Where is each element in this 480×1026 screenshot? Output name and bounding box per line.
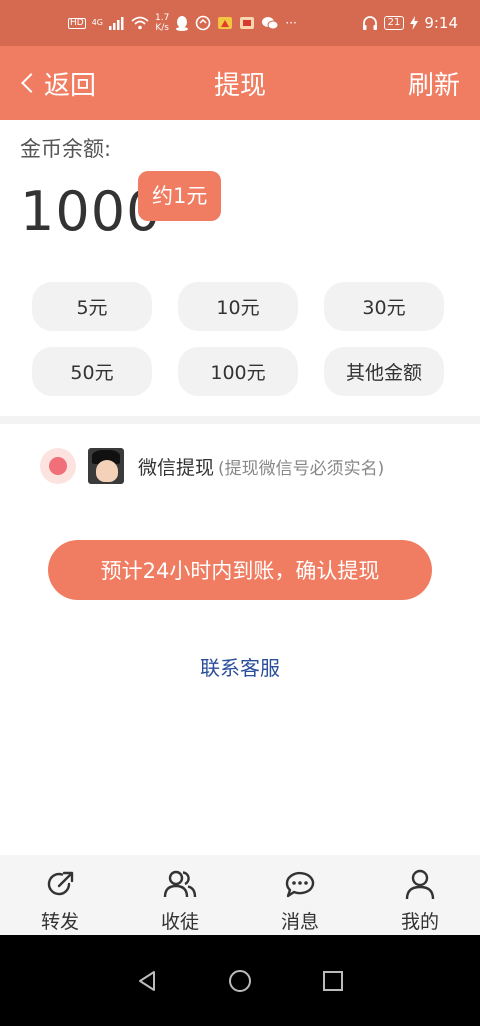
square-recents-icon <box>323 970 344 991</box>
refresh-button[interactable]: 刷新 <box>408 65 460 102</box>
amount-option-10[interactable]: 10元 <box>178 282 298 331</box>
payment-method-label: 微信提现 <box>138 456 215 479</box>
chevron-left-icon <box>21 73 41 93</box>
triangle-back-icon <box>138 970 155 991</box>
amount-option-other[interactable]: 其他金额 <box>324 347 444 396</box>
tab-messages[interactable]: 消息 <box>240 855 360 935</box>
amount-option-100[interactable]: 100元 <box>178 347 298 396</box>
app-notification-icon <box>218 17 233 29</box>
tab-apprentice-label: 收徒 <box>160 911 199 933</box>
confirm-withdraw-button[interactable]: 预计24小时内到账，确认提现 <box>48 540 432 600</box>
payment-method-row[interactable]: 微信提现 (提现微信号必须实名) <box>40 448 384 484</box>
users-icon <box>163 870 197 898</box>
balance-label: 金币余额: <box>20 137 112 161</box>
payment-method-radio[interactable] <box>40 448 76 484</box>
qq-icon <box>176 16 189 31</box>
circle-home-icon <box>228 969 251 992</box>
tab-profile[interactable]: 我的 <box>360 855 480 935</box>
headphones-icon <box>362 16 377 30</box>
browser-icon <box>196 15 211 31</box>
nav-recents-button[interactable] <box>313 961 353 1001</box>
payment-method-note: (提现微信号必须实名) <box>218 458 385 479</box>
charging-icon <box>410 16 419 30</box>
clock: 9:14 <box>424 14 458 32</box>
back-label: 返回 <box>44 70 97 101</box>
news-notification-icon <box>240 17 255 29</box>
wechat-avatar <box>88 448 124 484</box>
signal-icon <box>109 17 124 30</box>
nav-back-button[interactable] <box>127 961 167 1001</box>
amount-option-5[interactable]: 5元 <box>32 282 152 331</box>
section-divider <box>0 416 480 424</box>
tab-profile-label: 我的 <box>400 911 439 933</box>
amount-option-30[interactable]: 30元 <box>324 282 444 331</box>
user-icon <box>405 869 435 900</box>
approx-value-badge: 约1元 <box>138 171 222 221</box>
app-bar: 返回 提现 刷新 <box>0 46 480 120</box>
radio-selected-dot <box>49 457 67 475</box>
battery-level: 21 <box>383 16 405 30</box>
amount-option-50[interactable]: 50元 <box>32 347 152 396</box>
wechat-icon <box>262 17 279 30</box>
bottom-tab-bar: 转发 收徒 消息 我的 <box>0 855 480 935</box>
tab-apprentice[interactable]: 收徒 <box>120 855 240 935</box>
share-icon <box>47 871 74 896</box>
tab-share[interactable]: 转发 <box>0 855 120 935</box>
hd-indicator: HD <box>68 17 86 29</box>
network-speed: 1.7 K/s <box>155 13 170 33</box>
wifi-icon <box>131 16 149 30</box>
message-icon <box>285 871 315 898</box>
nav-home-button[interactable] <box>220 961 260 1001</box>
status-bar: HD 4G 1.7 K/s ··· 21 9:14 <box>0 0 480 46</box>
tab-messages-label: 消息 <box>280 911 319 933</box>
network-type: 4G <box>91 18 103 27</box>
system-navigation-bar <box>0 935 480 1026</box>
amount-options: 5元 10元 30元 50元 100元 其他金额 <box>32 282 444 396</box>
back-button[interactable]: 返回 <box>20 65 96 102</box>
tab-share-label: 转发 <box>40 911 79 933</box>
more-notifications-icon: ··· <box>285 16 297 30</box>
contact-support-link[interactable]: 联系客服 <box>0 652 480 681</box>
